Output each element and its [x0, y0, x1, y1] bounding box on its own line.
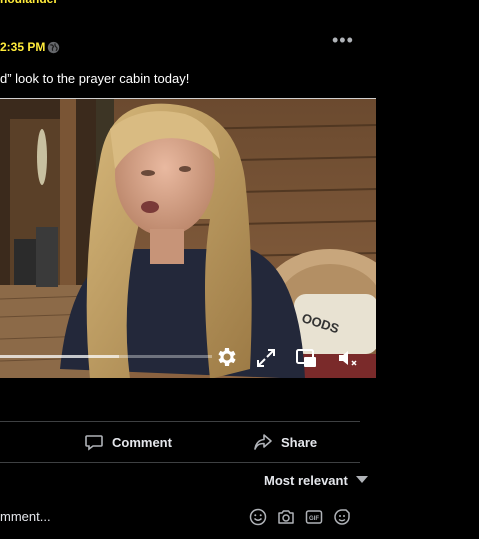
video-progress-track[interactable] [0, 355, 212, 358]
video-progress-fill [0, 355, 119, 358]
video-player[interactable]: OODS [0, 98, 376, 378]
camera-icon[interactable] [276, 507, 296, 527]
post-timestamp[interactable]: 2:35 PM · [0, 39, 53, 55]
svg-text:GIF: GIF [309, 516, 319, 522]
more-options-button[interactable]: ••• [332, 30, 354, 50]
picture-in-picture-icon[interactable] [294, 346, 318, 370]
volume-muted-icon[interactable] [336, 346, 360, 370]
sort-label: Most relevant [264, 472, 348, 488]
comment-icon [85, 435, 103, 451]
comment-button[interactable]: Comment [84, 428, 172, 456]
share-button[interactable]: Share [253, 428, 317, 456]
divider [0, 462, 360, 463]
emoji-icon[interactable] [248, 507, 268, 527]
settings-icon[interactable] [214, 345, 238, 369]
gif-icon[interactable]: GIF [304, 507, 324, 527]
author-name[interactable]: houlander [0, 0, 60, 6]
fullscreen-icon[interactable] [254, 346, 278, 370]
share-icon [254, 434, 272, 450]
sticker-icon[interactable] [332, 507, 352, 527]
share-label: Share [281, 434, 318, 450]
divider [0, 421, 360, 422]
video-frame: OODS [0, 99, 376, 378]
more-options-icon: ••• [332, 30, 354, 50]
globe-icon [47, 41, 60, 54]
post-text: d” look to the prayer cabin today! [0, 71, 190, 86]
chevron-down-icon [355, 476, 368, 483]
comment-label: Comment [112, 434, 172, 450]
comment-sort-dropdown[interactable]: Most relevant [264, 470, 368, 490]
comment-tools: GIF [248, 507, 352, 527]
